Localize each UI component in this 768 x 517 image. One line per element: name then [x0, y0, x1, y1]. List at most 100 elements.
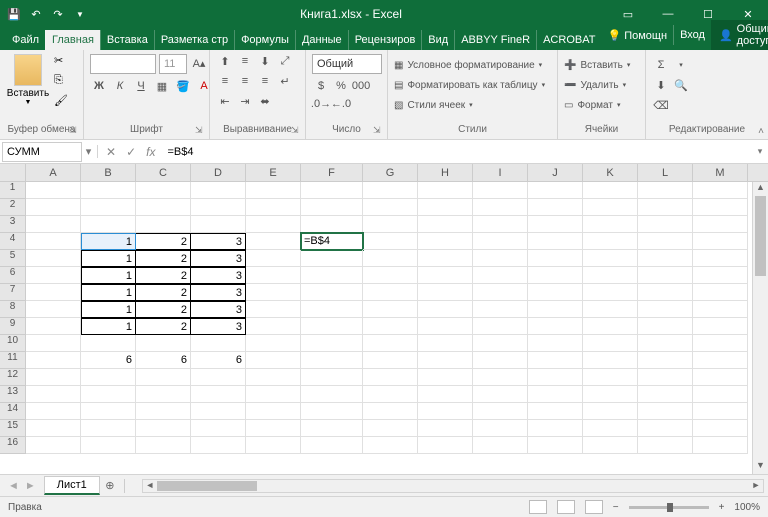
cell-L15[interactable] [638, 420, 693, 437]
cell-A3[interactable] [26, 216, 81, 233]
cell-H12[interactable] [418, 369, 473, 386]
comma-icon[interactable]: 000 [352, 77, 370, 95]
cell-M11[interactable] [693, 352, 748, 369]
cell-E7[interactable] [246, 284, 301, 301]
cell-F5[interactable] [301, 250, 363, 267]
cell-C8[interactable]: 2 [136, 301, 191, 318]
cell-B7[interactable]: 1 [81, 284, 136, 301]
cell-G8[interactable] [363, 301, 418, 318]
align-top-icon[interactable]: ⬆ [216, 52, 234, 70]
redo-icon[interactable]: ↷ [50, 6, 66, 22]
row-header[interactable]: 16 [0, 437, 26, 454]
cell-G10[interactable] [363, 335, 418, 352]
scroll-down-icon[interactable]: ▼ [753, 460, 768, 474]
cell-G15[interactable] [363, 420, 418, 437]
percent-icon[interactable]: % [332, 77, 350, 95]
expand-formula-bar-icon[interactable]: ▾ [752, 146, 768, 157]
cell-J14[interactable] [528, 403, 583, 420]
cell-D5[interactable]: 3 [191, 250, 246, 267]
cell-E4[interactable] [246, 233, 301, 250]
format-cells-button[interactable]: ▭Формат▾ [564, 96, 630, 114]
cell-L16[interactable] [638, 437, 693, 454]
col-header[interactable]: F [301, 164, 363, 181]
cell-K7[interactable] [583, 284, 638, 301]
cell-B14[interactable] [81, 403, 136, 420]
enter-icon[interactable]: ✓ [126, 145, 136, 159]
cell-H6[interactable] [418, 267, 473, 284]
align-bottom-icon[interactable]: ⬇ [256, 52, 274, 70]
col-header[interactable]: C [136, 164, 191, 181]
cut-icon[interactable]: ✂ [54, 54, 70, 68]
cell-B4[interactable]: 1 [81, 233, 136, 250]
tab-layout[interactable]: Разметка стр [154, 30, 234, 50]
col-header[interactable]: K [583, 164, 638, 181]
tab-acrobat[interactable]: ACROBAT [536, 30, 601, 50]
cell-G7[interactable] [363, 284, 418, 301]
cell-I8[interactable] [473, 301, 528, 318]
cell-K14[interactable] [583, 403, 638, 420]
sheet-tab[interactable]: Лист1 [44, 476, 100, 495]
row-header[interactable]: 1 [0, 182, 26, 199]
cell-B3[interactable] [81, 216, 136, 233]
share-button[interactable]: 👤Общий доступ [711, 20, 768, 50]
cell-L6[interactable] [638, 267, 693, 284]
zoom-in-icon[interactable]: + [719, 502, 725, 513]
cell-J15[interactable] [528, 420, 583, 437]
cell-F11[interactable] [301, 352, 363, 369]
tab-formulas[interactable]: Формулы [234, 30, 295, 50]
cell-F8[interactable] [301, 301, 363, 318]
cell-L11[interactable] [638, 352, 693, 369]
cell-L13[interactable] [638, 386, 693, 403]
cell-A6[interactable] [26, 267, 81, 284]
cell-B8[interactable]: 1 [81, 301, 136, 318]
col-header[interactable]: M [693, 164, 748, 181]
font-launcher-icon[interactable]: ⇲ [195, 125, 207, 137]
cell-F14[interactable] [301, 403, 363, 420]
cell-B6[interactable]: 1 [81, 267, 136, 284]
scrollbar-thumb[interactable] [755, 196, 766, 276]
cell-K11[interactable] [583, 352, 638, 369]
row-header[interactable]: 2 [0, 199, 26, 216]
cell-A11[interactable] [26, 352, 81, 369]
decrease-decimal-icon[interactable]: ←.0 [332, 95, 350, 113]
borders-icon[interactable]: ▦ [153, 77, 171, 95]
delete-cells-button[interactable]: ➖Удалить▾ [564, 76, 630, 94]
cell-H14[interactable] [418, 403, 473, 420]
cell-B16[interactable] [81, 437, 136, 454]
cell-E11[interactable] [246, 352, 301, 369]
formula-input[interactable] [163, 142, 752, 162]
row-header[interactable]: 6 [0, 267, 26, 284]
cell-E6[interactable] [246, 267, 301, 284]
cell-H3[interactable] [418, 216, 473, 233]
cell-J4[interactable] [528, 233, 583, 250]
cell-I10[interactable] [473, 335, 528, 352]
cell-A14[interactable] [26, 403, 81, 420]
col-header[interactable]: L [638, 164, 693, 181]
cell-K8[interactable] [583, 301, 638, 318]
align-left-icon[interactable]: ≡ [216, 72, 234, 90]
align-launcher-icon[interactable]: ⇲ [291, 125, 303, 137]
row-header[interactable]: 14 [0, 403, 26, 420]
cell-D7[interactable]: 3 [191, 284, 246, 301]
cell-D2[interactable] [191, 199, 246, 216]
cell-L14[interactable] [638, 403, 693, 420]
col-header[interactable]: E [246, 164, 301, 181]
align-middle-icon[interactable]: ≡ [236, 52, 254, 70]
cell-C4[interactable]: 2 [136, 233, 191, 250]
cell-G14[interactable] [363, 403, 418, 420]
decrease-indent-icon[interactable]: ⇤ [216, 92, 234, 110]
cell-E2[interactable] [246, 199, 301, 216]
cell-G5[interactable] [363, 250, 418, 267]
cell-K5[interactable] [583, 250, 638, 267]
prev-sheet-icon[interactable]: ◄ [8, 480, 19, 492]
cell-C6[interactable]: 2 [136, 267, 191, 284]
cell-C5[interactable]: 2 [136, 250, 191, 267]
cell-I13[interactable] [473, 386, 528, 403]
format-painter-icon[interactable]: 🖌 [54, 94, 70, 108]
cell-J7[interactable] [528, 284, 583, 301]
cell-M8[interactable] [693, 301, 748, 318]
tab-data[interactable]: Данные [295, 30, 348, 50]
insert-cells-button[interactable]: ➕Вставить▾ [564, 56, 630, 74]
zoom-level[interactable]: 100% [734, 502, 760, 513]
horizontal-scrollbar[interactable]: ◄ ► [142, 479, 764, 493]
